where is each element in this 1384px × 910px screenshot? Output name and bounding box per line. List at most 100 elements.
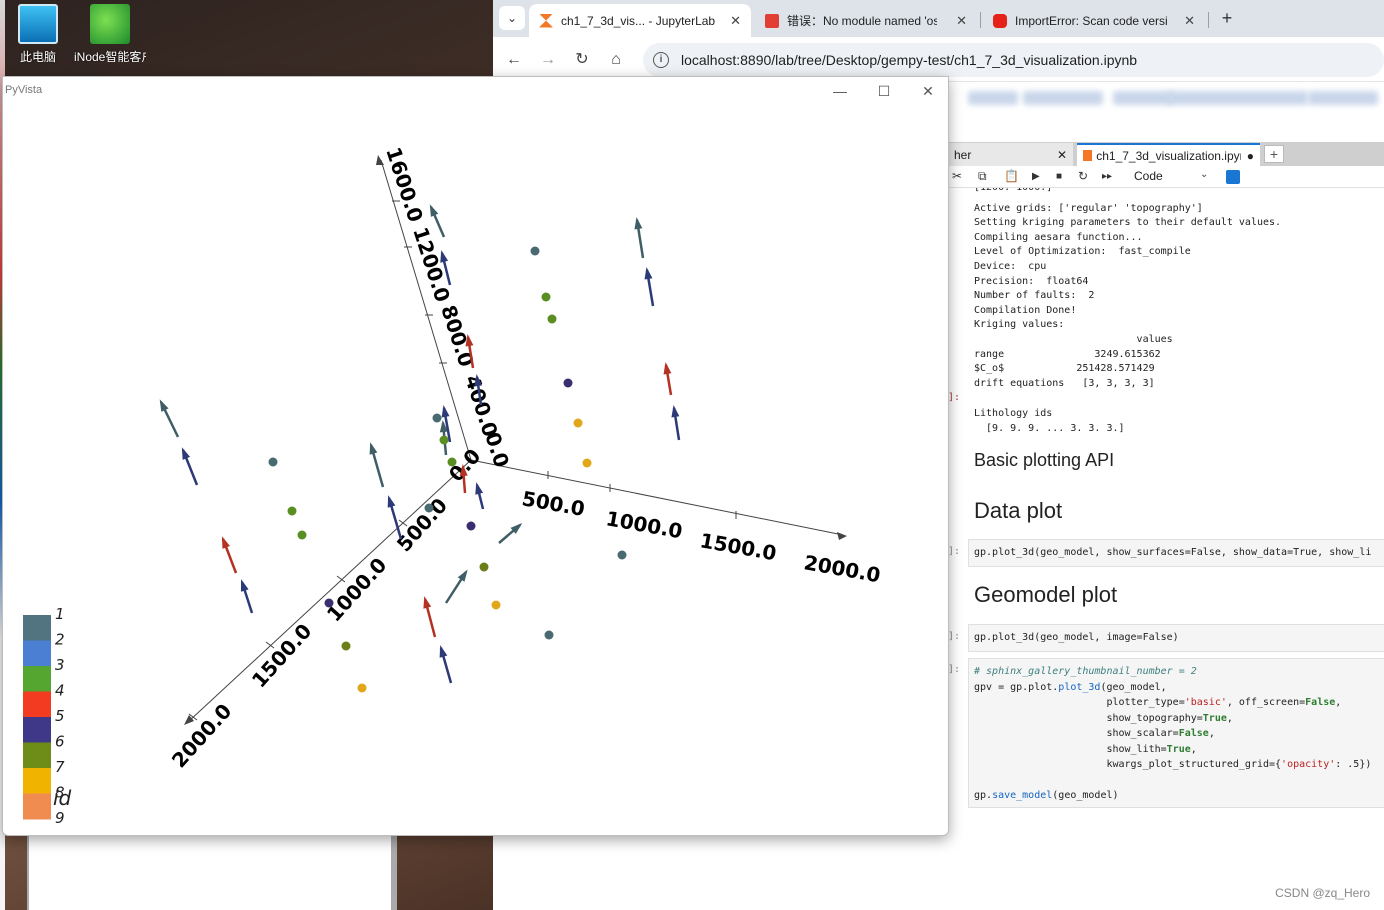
output-line: drift equations [3, 3, 3, 3] [974,377,1155,389]
surface-point [466,521,476,531]
minimize-icon[interactable]: — [825,81,855,101]
output-line: Precision: float64 [974,275,1089,287]
orientation-arrows [159,204,681,684]
orientation-arrow [475,482,485,510]
jupyter-new-tab-button[interactable]: + [1264,145,1284,163]
home-icon[interactable]: ⌂ [605,49,627,71]
bookmark-item[interactable] [1308,91,1378,105]
arrow-head [423,596,432,609]
arrow-head [440,250,449,263]
notebook-toolbar: ✂ ⧉ 📋 ▶ ■ ↻ ▸▸ Code ⌄ [948,166,1384,188]
watermark: CSDN @zq_Hero [1275,886,1370,900]
close-icon[interactable]: ✕ [722,13,741,29]
surface-point [287,506,297,516]
inode-icon [90,4,130,44]
cell-type-select[interactable]: Code [1134,169,1163,183]
orientation-arrow [159,399,180,438]
fast-forward-icon[interactable]: ▸▸ [1102,171,1112,182]
property-inspector-icon[interactable] [1226,170,1240,184]
tab-title: ImportError: Scan code versi [1015,13,1168,28]
back-icon[interactable]: ← [503,49,525,71]
restart-icon[interactable]: ↻ [1078,169,1088,183]
close-icon[interactable]: ✕ [1176,13,1195,29]
output-line: Level of Optimization: fast_compile [974,246,1191,258]
output-line: Kriging values: [974,319,1065,331]
reload-icon[interactable]: ↻ [571,49,593,71]
copy-icon[interactable]: ⧉ [978,169,987,184]
axis-arrowhead [837,532,847,540]
bookmark-item[interactable] [1023,91,1103,105]
arrow-head [159,399,169,412]
close-icon[interactable]: ✕ [948,13,967,29]
bookmark-item[interactable] [1168,91,1308,105]
unsaved-dot-icon[interactable]: ● [1241,149,1254,163]
new-tab-button[interactable]: + [1215,6,1239,30]
surface-point [544,630,554,640]
bookmark-item[interactable] [1113,91,1173,105]
legend-swatch [23,666,51,692]
site-info-icon[interactable]: i [653,52,669,68]
3d-scene[interactable]: 1600.01200.0800.0400.00.0500.01000.01500… [3,105,948,835]
tab-title: 错误：No module named 'os [787,14,937,28]
surface-point [563,378,573,388]
code-cell-geomodel-plot[interactable]: gp.plot_3d(geo_model, image=False) [968,624,1384,652]
tab-jupyterlab[interactable]: ch1_7_3d_vis... - JupyterLab ✕ [529,4,751,37]
code-cell-data-plot[interactable]: gp.plot_3d(geo_model, show_surfaces=Fals… [968,539,1384,567]
run-icon[interactable]: ▶ [1032,171,1040,182]
lithology-title: Lithology ids [974,408,1053,419]
monitor-icon [18,4,58,44]
chevron-down-icon[interactable]: ⌄ [1200,169,1208,180]
maximize-icon[interactable]: ☐ [869,81,899,101]
axis-arrowhead [376,155,384,165]
tab-search-button[interactable]: ⌄ [499,6,525,30]
legend-label: 2 [55,631,65,649]
output-line: range 3249.615362 [974,348,1161,360]
code-cell-plot3d[interactable]: # sphinx_gallery_thumbnail_number = 2 gp… [968,658,1384,808]
left-tick-label: 1000.0 [322,553,391,626]
legend-swatch [23,742,51,769]
surface-point [447,457,457,467]
paste-icon[interactable]: 📋 [1004,169,1019,183]
output-line: values [974,334,1173,345]
arrow-head [475,482,484,495]
pyvista-window: PyVista — ☐ ✕ 1600.0 1200.0 800.0 400.0 0.0 5… [2,76,949,836]
orientation-arrow [663,362,673,396]
legend-swatch [23,717,51,743]
close-icon[interactable]: ✕ [1051,148,1067,162]
csdn-icon [765,13,779,28]
right-tick-label: 1500.0 [698,528,778,565]
legend-swatch [23,640,51,667]
render-canvas[interactable]: 1600.0 1200.0 800.0 400.0 0.0 500.0 1000.0 1500… [3,105,948,835]
surface-point [541,292,551,302]
desktop-icon-this-pc[interactable]: 此电脑 [2,4,74,65]
window-title: PyVista [5,84,43,96]
orientation-arrow [221,536,238,574]
close-icon[interactable]: ✕ [913,81,943,101]
jupyter-tab-other[interactable]: her ✕ [948,143,1073,166]
heading-data-plot: Data plot [974,498,1063,523]
address-bar[interactable]: i localhost:8890/lab/tree/Desktop/gempy-… [643,43,1384,77]
tab-import-error[interactable]: ImportError: Scan code versi ✕ [983,4,1205,37]
jupyter-tab-notebook[interactable]: ch1_7_3d_visualization.ipynb ● [1077,143,1260,166]
arrow-head [644,267,653,280]
tab-strip: ⌄ ch1_7_3d_vis... - JupyterLab ✕ 错误：No m… [493,0,1384,37]
right-tick-label: 2000.0 [802,550,882,587]
output-line: Active grids: ['regular' 'topography'] [974,202,1203,214]
background-window-fragment [27,836,397,910]
orientation-arrow [181,447,199,486]
legend-label: 5 [55,707,65,725]
tab-csdn-error[interactable]: 错误：No module named 'os ✕ [755,4,977,37]
jupyter-tab-bar: her ✕ ch1_7_3d_visualization.ipynb ● + [948,142,1384,166]
orientation-arrow [439,645,453,684]
surface-point [479,562,489,572]
bookmark-item[interactable] [968,91,1018,105]
stop-icon[interactable]: ■ [1056,171,1062,182]
hourglass-icon [539,13,553,28]
arrow-head [221,536,230,549]
orientation-arrow [634,217,645,259]
cut-icon[interactable]: ✂ [952,169,962,183]
arrow-head [369,442,378,455]
code-line: gp.plot_3d(geo_model, show_surfaces=Fals… [974,547,1372,558]
forward-icon[interactable]: → [537,49,559,71]
desktop-icon-inode[interactable]: iNode智能客户端 [74,4,146,62]
